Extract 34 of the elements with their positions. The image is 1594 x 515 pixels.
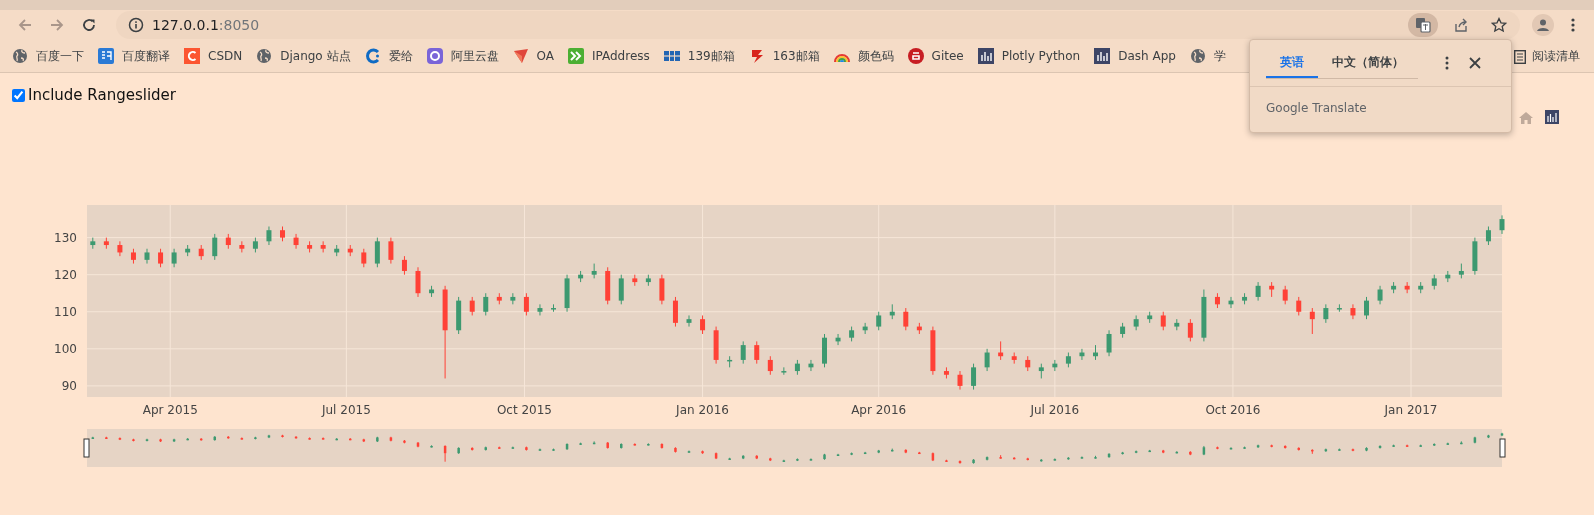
bookmark[interactable]: 阿里云盘 (426, 47, 499, 65)
axis-label: Jan 2017 (1384, 403, 1438, 417)
axis-label: 90 (61, 378, 77, 393)
translate-brand: Google Translate (1265, 100, 1367, 115)
bookmark[interactable]: 爱给 (364, 47, 413, 65)
language-tab[interactable]: 中文（简体） (1318, 47, 1418, 78)
axis-label: Jul 2016 (1030, 403, 1080, 417)
axis-label: 110 (54, 304, 77, 319)
bookmark[interactable]: CSDN (184, 48, 243, 64)
reading-list-button[interactable]: 阅读清单 (1514, 48, 1580, 65)
bookmark[interactable]: Dash App (1094, 48, 1176, 64)
bookmark[interactable]: 163邮箱 (748, 47, 820, 65)
bookmark[interactable]: 颜色码 (833, 47, 894, 65)
bookmark[interactable]: Gitee (907, 48, 964, 64)
axis-label: 120 (54, 267, 77, 282)
checkbox-label: Include Rangeslider (28, 86, 176, 104)
bookmark[interactable]: 百度翻译 (98, 47, 170, 65)
bookmark[interactable]: Plotly Python (977, 48, 1081, 64)
bookmark[interactable]: IPAddress (568, 48, 650, 64)
axis-label: 130 (54, 230, 77, 245)
url-text: 127.0.0.1:8050 (152, 17, 261, 33)
axis-label: Apr 2016 (851, 403, 907, 417)
bookmark[interactable]: OA (512, 48, 554, 64)
axis-label: Oct 2016 (1205, 403, 1261, 417)
bookmark[interactable]: Django 站点 (256, 47, 351, 65)
axis-label: Apr 2015 (142, 403, 198, 417)
axis-label: 100 (54, 341, 77, 356)
axis-label: Jul 2015 (321, 403, 371, 417)
axis-label: Oct 2015 (496, 403, 552, 417)
bookmark[interactable]: 139邮箱 (663, 47, 735, 65)
address-bar[interactable]: 127.0.0.1:8050 (116, 11, 1520, 39)
axis-label: Jan 2016 (676, 403, 729, 417)
bookmark[interactable]: 百度一下 (12, 47, 84, 65)
bookmark[interactable]: 学 (1189, 47, 1226, 65)
